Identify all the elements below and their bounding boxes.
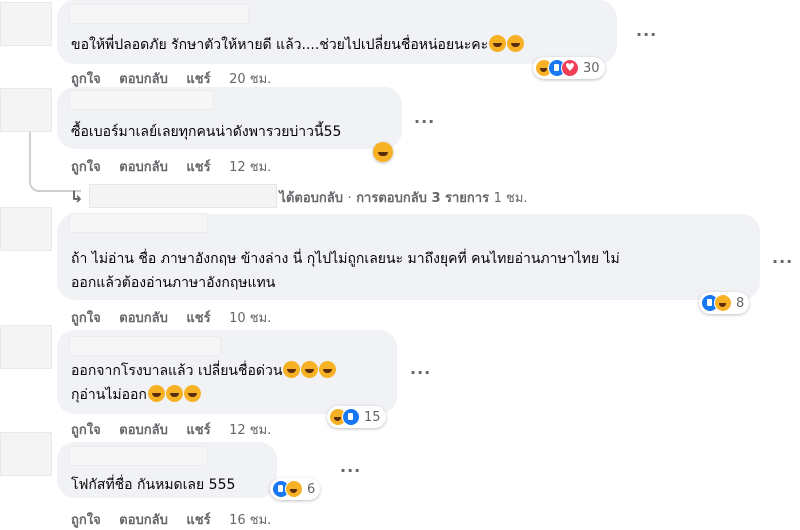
comment-actions: ถูกใจ ตอบกลับ แชร์ 12 ชม. (71, 419, 285, 438)
reply-timestamp: 1 ชม. (493, 191, 528, 206)
laughing-emoji-icon (489, 35, 507, 52)
haha-reaction-icon (285, 480, 303, 498)
share-button[interactable]: แชร์ (186, 72, 210, 87)
avatar[interactable] (0, 432, 52, 476)
reply-button[interactable]: ตอบกลับ (119, 72, 168, 87)
comment-text: โฟกัสที่ชื่อ กันหมดเลย 555 (71, 477, 236, 493)
more-options-button[interactable]: ··· (410, 365, 431, 381)
like-button[interactable]: ถูกใจ (71, 160, 101, 175)
avatar[interactable] (0, 2, 52, 46)
commenter-name[interactable] (69, 4, 249, 24)
avatar[interactable] (0, 207, 52, 251)
reaction-summary[interactable]: 6 (270, 478, 321, 500)
like-button[interactable]: ถูกใจ (71, 513, 101, 528)
comment-actions: ถูกใจ ตอบกลับ แชร์ 16 ชม. (71, 509, 285, 528)
haha-reaction-icon[interactable] (373, 142, 393, 162)
reply-button[interactable]: ตอบกลับ (119, 423, 168, 438)
comment-timestamp[interactable]: 12 ชม. (229, 423, 271, 438)
laughing-emoji-icon (301, 361, 319, 378)
commenter-name[interactable] (69, 90, 214, 110)
like-button[interactable]: ถูกใจ (71, 423, 101, 438)
comment-text-line: ออกแล้วต้องอ่านภาษาอังกฤษแทน (71, 275, 276, 291)
share-button[interactable]: แชร์ (186, 160, 210, 175)
comment-actions: ถูกใจ ตอบกลับ แชร์ 20 ชม. (71, 68, 285, 87)
more-options-button[interactable]: ··· (636, 27, 657, 43)
avatar[interactable] (0, 88, 52, 132)
commenter-name[interactable] (69, 213, 208, 233)
like-button[interactable]: ถูกใจ (71, 311, 101, 326)
reaction-summary[interactable]: 15 (327, 406, 386, 428)
reaction-count: 6 (307, 481, 316, 497)
comment-text-line: ออกจากโรงบาลแล้ว เปลี่ยนชื่อด่วน (71, 361, 337, 381)
commenter-name[interactable] (69, 446, 208, 466)
love-reaction-icon (561, 59, 579, 77)
reaction-count: 8 (736, 295, 745, 311)
reaction-count: 15 (364, 409, 381, 425)
comment-text-line: กุอ่านไม่ออก (71, 385, 201, 405)
laughing-emoji-icon (507, 35, 525, 52)
replier-avatars (89, 184, 278, 208)
more-options-button[interactable]: ··· (772, 254, 793, 270)
share-button[interactable]: แชร์ (186, 513, 210, 528)
laughing-emoji-icon (147, 385, 165, 402)
like-button[interactable]: ถูกใจ (71, 72, 101, 87)
more-options-button[interactable]: ··· (340, 463, 361, 479)
comment-timestamp[interactable]: 12 ชม. (229, 160, 271, 175)
reply-arrow-icon: ↳ (70, 187, 84, 206)
laughing-emoji-icon (183, 385, 201, 402)
more-options-button[interactable]: ··· (414, 114, 435, 130)
reaction-count: 30 (583, 60, 600, 76)
comment-actions: ถูกใจ ตอบกลับ แชร์ 10 ชม. (71, 307, 285, 326)
reply-button[interactable]: ตอบกลับ (119, 513, 168, 528)
comment-actions: ถูกใจ ตอบกลับ แชร์ 12 ชม. (71, 156, 285, 175)
commenter-name[interactable] (69, 336, 221, 356)
comment-timestamp[interactable]: 16 ชม. (229, 513, 271, 528)
reaction-summary[interactable]: 8 (699, 292, 750, 314)
comment-text-line: ถ้า ไม่อ่าน ชื่อ ภาษาอังกฤษ ข้างล่าง นี่… (71, 251, 620, 267)
laughing-emoji-icon (319, 361, 337, 378)
haha-reaction-icon (714, 294, 732, 312)
reaction-summary[interactable]: 30 (533, 57, 605, 79)
laughing-emoji-icon (283, 361, 301, 378)
share-button[interactable]: แชร์ (186, 423, 210, 438)
share-button[interactable]: แชร์ (186, 311, 210, 326)
view-replies-link[interactable]: ↳ ได้ตอบกลับ · การตอบกลับ 3 รายการ 1 ชม. (70, 184, 528, 208)
like-reaction-icon (342, 408, 360, 426)
laughing-emoji-icon (165, 385, 183, 402)
comment-timestamp[interactable]: 20 ชม. (229, 72, 271, 87)
thread-connector (29, 132, 31, 176)
comment-text: ซื้อเบอร์มาเลย์เลยทุกคนน่าดังพารวยบ่าวนี… (71, 124, 342, 140)
reply-button[interactable]: ตอบกลับ (119, 311, 168, 326)
avatar[interactable] (0, 325, 52, 369)
comment-timestamp[interactable]: 10 ชม. (229, 311, 271, 326)
reply-button[interactable]: ตอบกลับ (119, 160, 168, 175)
comment-text: ขอให้พี่ปลอดภัย รักษาตัวให้หายดี แล้ว...… (71, 35, 525, 55)
